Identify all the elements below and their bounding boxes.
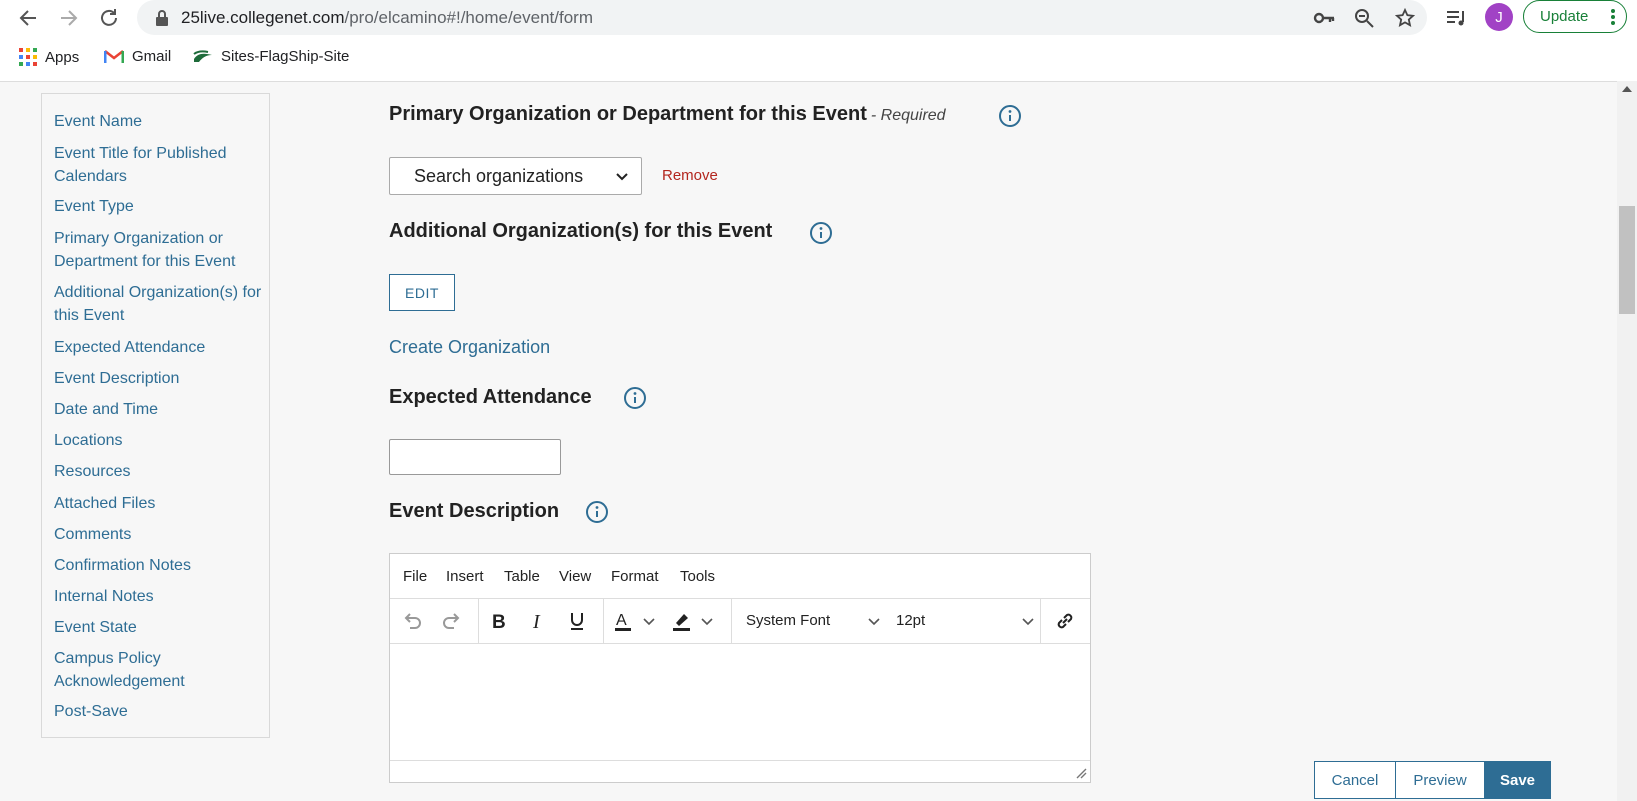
sidebar-item-event-type[interactable]: Event Type <box>54 195 264 218</box>
info-icon[interactable] <box>585 500 609 524</box>
forward-icon[interactable] <box>55 4 83 32</box>
toolbar-separator <box>603 599 604 643</box>
url-host: 25live.collegenet.com <box>181 8 345 27</box>
primary-org-title: Primary Organization or Department for t… <box>389 103 946 126</box>
sidebar-item-event-name[interactable]: Event Name <box>54 110 264 133</box>
sidebar-item-additional-org[interactable]: Additional Organization(s) for this Even… <box>54 281 264 327</box>
editor-toolbar: B I A System Font 12pt <box>390 599 1090 644</box>
menu-format[interactable]: Format <box>611 568 659 585</box>
media-control-icon[interactable] <box>1443 4 1471 32</box>
chevron-down-icon[interactable] <box>1016 609 1040 633</box>
font-family-select[interactable]: System Font <box>746 612 830 629</box>
create-organization-link[interactable]: Create Organization <box>389 337 550 358</box>
menu-table[interactable]: Table <box>504 568 540 585</box>
toolbar-separator <box>1040 599 1041 643</box>
underline-icon[interactable] <box>565 609 589 633</box>
organization-search-dropdown[interactable]: Search organizations <box>389 157 642 195</box>
gmail-icon <box>104 49 124 64</box>
bookmark-gmail[interactable]: Gmail <box>104 48 171 65</box>
highlight-color-icon[interactable] <box>670 609 694 633</box>
preview-button[interactable]: Preview <box>1395 761 1485 799</box>
text-color-icon[interactable]: A <box>612 609 636 633</box>
remove-link[interactable]: Remove <box>662 167 718 184</box>
menu-insert[interactable]: Insert <box>446 568 484 585</box>
redo-icon[interactable] <box>440 609 464 633</box>
cancel-button[interactable]: Cancel <box>1314 761 1396 799</box>
sidebar-item-post-save[interactable]: Post-Save <box>54 700 264 723</box>
svg-text:I: I <box>532 611 541 631</box>
italic-icon[interactable]: I <box>526 609 550 633</box>
sidebar-item-campus-policy[interactable]: Campus Policy Acknowledgement <box>54 647 264 693</box>
font-size-select[interactable]: 12pt <box>896 612 925 629</box>
url-path: /pro/elcamino#!/home/event/form <box>344 8 593 27</box>
address-bar[interactable]: 25live.collegenet.com/pro/elcamino#!/hom… <box>137 0 1427 35</box>
bookmark-label: Apps <box>45 48 80 66</box>
menu-file[interactable]: File <box>403 568 427 585</box>
menu-tools[interactable]: Tools <box>680 568 715 585</box>
update-label: Update <box>1540 8 1589 25</box>
sidebar-item-locations[interactable]: Locations <box>54 429 264 452</box>
lock-icon <box>151 7 173 29</box>
bookmark-apps[interactable]: Apps <box>19 48 79 66</box>
bold-icon[interactable]: B <box>487 609 511 633</box>
key-icon[interactable] <box>1313 7 1335 29</box>
section-nav-sidebar: Event Name Event Title for Published Cal… <box>41 93 270 738</box>
sidebar-item-confirmation-notes[interactable]: Confirmation Notes <box>54 554 264 577</box>
sidebar-item-event-title[interactable]: Event Title for Published Calendars <box>54 142 264 188</box>
description-rich-text-editor: File Insert Table View Format Tools B I … <box>389 553 1091 783</box>
resize-handle-icon[interactable] <box>1075 767 1087 779</box>
info-icon[interactable] <box>809 221 833 245</box>
scrollbar-thumb[interactable] <box>1619 206 1635 314</box>
more-vert-icon <box>1610 8 1616 30</box>
sidebar-item-internal-notes[interactable]: Internal Notes <box>54 585 264 608</box>
expected-attendance-input[interactable] <box>389 439 561 475</box>
toolbar-separator <box>478 599 479 643</box>
event-description-title: Event Description <box>389 500 560 522</box>
save-button[interactable]: Save <box>1484 761 1551 799</box>
svg-text:A: A <box>616 612 627 629</box>
menu-view[interactable]: View <box>559 568 591 585</box>
bookmark-sites-flagship[interactable]: Sites-FlagShip-Site <box>193 48 349 65</box>
info-icon[interactable] <box>998 104 1022 128</box>
back-icon[interactable] <box>14 4 42 32</box>
sidebar-item-comments[interactable]: Comments <box>54 523 264 546</box>
svg-text:B: B <box>492 612 506 631</box>
chevron-down-icon <box>616 173 628 181</box>
primary-org-title-text: Primary Organization or Department for t… <box>389 103 867 125</box>
sidebar-item-expected-attendance[interactable]: Expected Attendance <box>54 336 264 359</box>
page-scrollbar[interactable] <box>1617 81 1637 801</box>
required-label: - Required <box>870 107 946 124</box>
reload-icon[interactable] <box>95 4 123 32</box>
zoom-icon[interactable] <box>1353 7 1375 29</box>
chevron-down-icon[interactable] <box>637 609 661 633</box>
sidebar-item-resources[interactable]: Resources <box>54 460 264 483</box>
scroll-up-icon[interactable] <box>1622 85 1632 93</box>
link-icon[interactable] <box>1053 609 1077 633</box>
editor-content-area[interactable] <box>390 644 1090 761</box>
sidebar-item-event-description[interactable]: Event Description <box>54 367 264 390</box>
info-icon[interactable] <box>623 386 647 410</box>
browser-chrome: 25live.collegenet.com/pro/elcamino#!/hom… <box>0 0 1637 82</box>
bookmark-label: Sites-FlagShip-Site <box>221 48 350 65</box>
url-text: 25live.collegenet.com/pro/elcamino#!/hom… <box>181 8 593 28</box>
expected-attendance-title: Expected Attendance <box>389 386 592 408</box>
editor-menubar: File Insert Table View Format Tools <box>390 554 1090 599</box>
chevron-down-icon[interactable] <box>862 609 886 633</box>
undo-icon[interactable] <box>400 609 424 633</box>
bookmark-label: Gmail <box>132 48 172 65</box>
dropdown-placeholder: Search organizations <box>414 165 584 186</box>
sidebar-item-attached-files[interactable]: Attached Files <box>54 492 264 515</box>
toolbar-separator <box>731 599 732 643</box>
sidebar-item-event-state[interactable]: Event State <box>54 616 264 639</box>
edit-organizations-button[interactable]: EDIT <box>389 274 455 311</box>
chevron-down-icon[interactable] <box>695 609 719 633</box>
star-icon[interactable] <box>1394 7 1416 29</box>
sidebar-item-date-time[interactable]: Date and Time <box>54 398 264 421</box>
apps-grid-icon <box>19 48 37 66</box>
additional-org-title: Additional Organization(s) for this Even… <box>389 220 773 242</box>
update-button[interactable]: Update <box>1523 0 1627 33</box>
sidebar-item-primary-org[interactable]: Primary Organization or Department for t… <box>54 227 264 273</box>
profile-avatar[interactable]: J <box>1485 3 1513 31</box>
flag-icon <box>193 49 213 64</box>
